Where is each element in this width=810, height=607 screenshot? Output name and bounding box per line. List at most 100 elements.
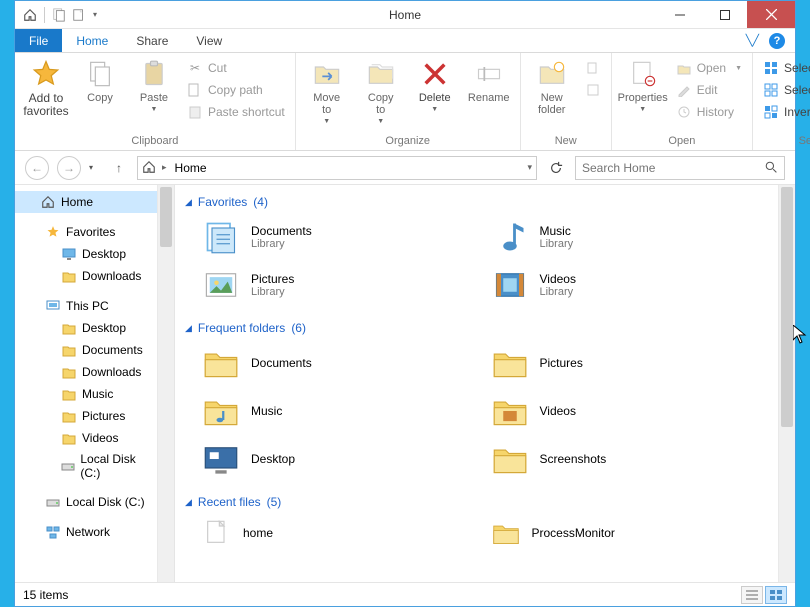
breadcrumb-item[interactable]: Home: [171, 161, 211, 175]
tree-favorites[interactable]: Favorites: [15, 221, 157, 243]
titlebar: ▾ Home: [15, 1, 795, 29]
copy-button[interactable]: Copy: [75, 56, 125, 104]
section-frequent[interactable]: ◢ Frequent folders (6): [185, 317, 768, 343]
item-count: 15 items: [23, 588, 68, 602]
item-documents-folder[interactable]: Documents: [201, 343, 480, 383]
item-pictures[interactable]: PicturesLibrary: [201, 265, 480, 305]
new-item-button[interactable]: [581, 58, 605, 78]
edit-button[interactable]: Edit: [672, 80, 746, 100]
item-processmonitor-folder[interactable]: ProcessMonitor: [490, 517, 769, 549]
properties-icon[interactable]: [50, 6, 68, 24]
icons-view-button[interactable]: [765, 586, 787, 604]
collapse-ribbon-icon[interactable]: ╲╱: [746, 34, 759, 47]
item-screenshots-folder[interactable]: Screenshots: [490, 439, 769, 479]
open-button[interactable]: Open▼: [672, 58, 746, 78]
scrollbar-thumb[interactable]: [781, 187, 793, 427]
details-view-button[interactable]: [741, 586, 763, 604]
item-music-folder[interactable]: Music: [201, 391, 480, 431]
refresh-button[interactable]: [545, 157, 567, 179]
group-label: Organize: [302, 133, 514, 150]
select-all-button[interactable]: Select all: [759, 58, 810, 78]
minimize-button[interactable]: [657, 1, 702, 28]
tree-scrollbar[interactable]: [157, 185, 174, 582]
item-home-file[interactable]: home: [201, 517, 480, 549]
tree-pc-downloads[interactable]: Downloads: [15, 361, 157, 383]
search-input[interactable]: [582, 161, 759, 175]
item-videos[interactable]: VideosLibrary: [490, 265, 769, 305]
desktop-icon: [61, 246, 77, 262]
pictures-icon: [201, 265, 241, 305]
select-none-icon: [763, 82, 779, 98]
chevron-right-icon[interactable]: ▸: [162, 162, 167, 173]
up-button[interactable]: ↑: [109, 158, 129, 178]
paste-button[interactable]: Paste ▼: [129, 56, 179, 113]
history-dropdown-icon[interactable]: ▾: [89, 163, 101, 172]
invert-selection-button[interactable]: Invert selection: [759, 102, 810, 122]
maximize-button[interactable]: [702, 1, 747, 28]
item-documents[interactable]: DocumentsLibrary: [201, 217, 480, 257]
easy-access-button[interactable]: [581, 80, 605, 100]
file-explorer-window: ▾ Home File Home Share View ╲╱ ? Add to …: [14, 0, 796, 607]
home-icon[interactable]: [21, 6, 39, 24]
chevron-down-icon: ▼: [323, 118, 330, 125]
drive-icon: [61, 458, 75, 474]
ribbon: Add to favorites Copy Paste ▼ ✂Cut Copy …: [15, 53, 795, 151]
tree-pc-documents[interactable]: Documents: [15, 339, 157, 361]
add-to-favorites-button[interactable]: Add to favorites: [21, 56, 71, 118]
tree-local-disk[interactable]: Local Disk (C:): [15, 491, 157, 513]
tree-pc-local-disk[interactable]: Local Disk (C:): [15, 449, 157, 483]
cut-button[interactable]: ✂Cut: [183, 58, 289, 78]
copy-path-button[interactable]: Copy path: [183, 80, 289, 100]
forward-button[interactable]: →: [57, 156, 81, 180]
copy-to-button[interactable]: Copy to ▼: [356, 56, 406, 125]
back-button[interactable]: ←: [25, 156, 49, 180]
delete-button[interactable]: Delete ▼: [410, 56, 460, 113]
new-folder-icon[interactable]: [70, 6, 88, 24]
new-folder-button[interactable]: New folder: [527, 56, 577, 116]
select-none-button[interactable]: Select none: [759, 80, 810, 100]
paste-shortcut-button[interactable]: Paste shortcut: [183, 102, 289, 122]
tree-downloads[interactable]: Downloads: [15, 265, 157, 287]
scissors-icon: ✂: [187, 60, 203, 76]
tree-pc-desktop[interactable]: Desktop: [15, 317, 157, 339]
group-label: Select: [759, 133, 810, 150]
folder-icon: [490, 343, 530, 383]
folder-music-icon: [201, 391, 241, 431]
tab-home[interactable]: Home: [62, 29, 122, 52]
tree-desktop[interactable]: Desktop: [15, 243, 157, 265]
close-button[interactable]: [747, 1, 795, 28]
tree-pc-pictures[interactable]: Pictures: [15, 405, 157, 427]
dropdown-icon[interactable]: ▾: [527, 162, 532, 173]
item-videos-folder[interactable]: Videos: [490, 391, 769, 431]
item-desktop-folder[interactable]: Desktop: [201, 439, 480, 479]
search-icon[interactable]: [765, 161, 778, 174]
chevron-down-icon: ▼: [431, 106, 438, 113]
scrollbar-thumb[interactable]: [160, 187, 172, 247]
section-recent[interactable]: ◢ Recent files (5): [185, 491, 768, 517]
tab-share[interactable]: Share: [122, 29, 182, 52]
content-scrollbar[interactable]: [778, 185, 795, 582]
home-icon: [142, 160, 158, 176]
chevron-down-icon: ▼: [151, 106, 158, 113]
tab-file[interactable]: File: [15, 29, 62, 52]
tree-pc-videos[interactable]: Videos: [15, 427, 157, 449]
section-favorites[interactable]: ◢ Favorites (4): [185, 191, 768, 217]
rename-button[interactable]: Rename: [464, 56, 514, 104]
history-button[interactable]: History: [672, 102, 746, 122]
tab-view[interactable]: View: [182, 29, 236, 52]
folder-icon: [61, 268, 77, 284]
tree-this-pc[interactable]: This PC: [15, 295, 157, 317]
search-box[interactable]: [575, 156, 785, 180]
item-pictures-folder[interactable]: Pictures: [490, 343, 769, 383]
qat-dropdown-icon[interactable]: ▾: [90, 10, 100, 19]
tree-network[interactable]: Network: [15, 521, 157, 543]
properties-button[interactable]: Properties ▼: [618, 56, 668, 113]
address-bar[interactable]: ▸ Home ▾: [137, 156, 537, 180]
tree-home[interactable]: Home: [15, 191, 157, 213]
new-folder-icon: [536, 58, 568, 90]
item-music[interactable]: MusicLibrary: [490, 217, 769, 257]
help-icon[interactable]: ?: [769, 33, 785, 49]
tree-pc-music[interactable]: Music: [15, 383, 157, 405]
copy-path-icon: [187, 82, 203, 98]
move-to-button[interactable]: Move to ▼: [302, 56, 352, 125]
